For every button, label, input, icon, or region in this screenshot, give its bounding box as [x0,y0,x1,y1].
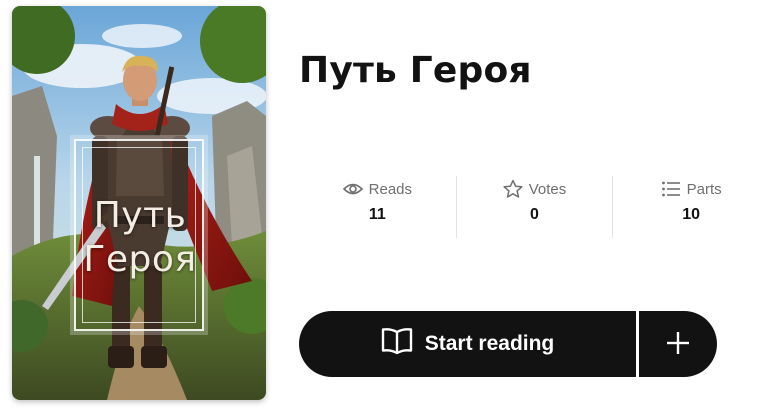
list-icon [661,180,681,198]
stat-votes-value: 0 [530,206,539,223]
story-stats: Reads 11 Votes 0 Parts 10 [299,176,769,238]
start-reading-label: Start reading [424,332,555,355]
stat-votes-header: Votes [503,176,567,202]
plus-icon [666,331,690,358]
story-cover[interactable]: Путь Героя [12,6,266,400]
stat-reads-value: 11 [368,206,386,223]
stat-parts-label: Parts [686,180,722,198]
cover-title-line: Героя [83,239,197,280]
start-reading-button[interactable]: Start reading [299,311,636,377]
stat-reads-label: Reads [368,180,413,198]
cover-title: Путь Героя [70,194,210,282]
stat-parts-value: 10 [682,206,701,223]
stat-votes-label: Votes [528,180,567,198]
stat-votes: Votes 0 [455,176,613,238]
story-page: Путь Героя Путь Героя Reads 11 Votes 0 P… [0,0,770,420]
stat-reads: Reads 11 [299,176,456,238]
stat-reads-header: Reads [342,176,413,202]
stat-parts-header: Parts [661,176,722,202]
story-title: Путь Героя [299,50,532,91]
cover-title-line: Путь [93,195,187,236]
book-open-icon [381,327,413,361]
add-to-library-button[interactable] [639,311,717,377]
star-icon [503,179,523,199]
stat-parts: Parts 10 [612,176,769,238]
eye-icon [342,181,363,197]
